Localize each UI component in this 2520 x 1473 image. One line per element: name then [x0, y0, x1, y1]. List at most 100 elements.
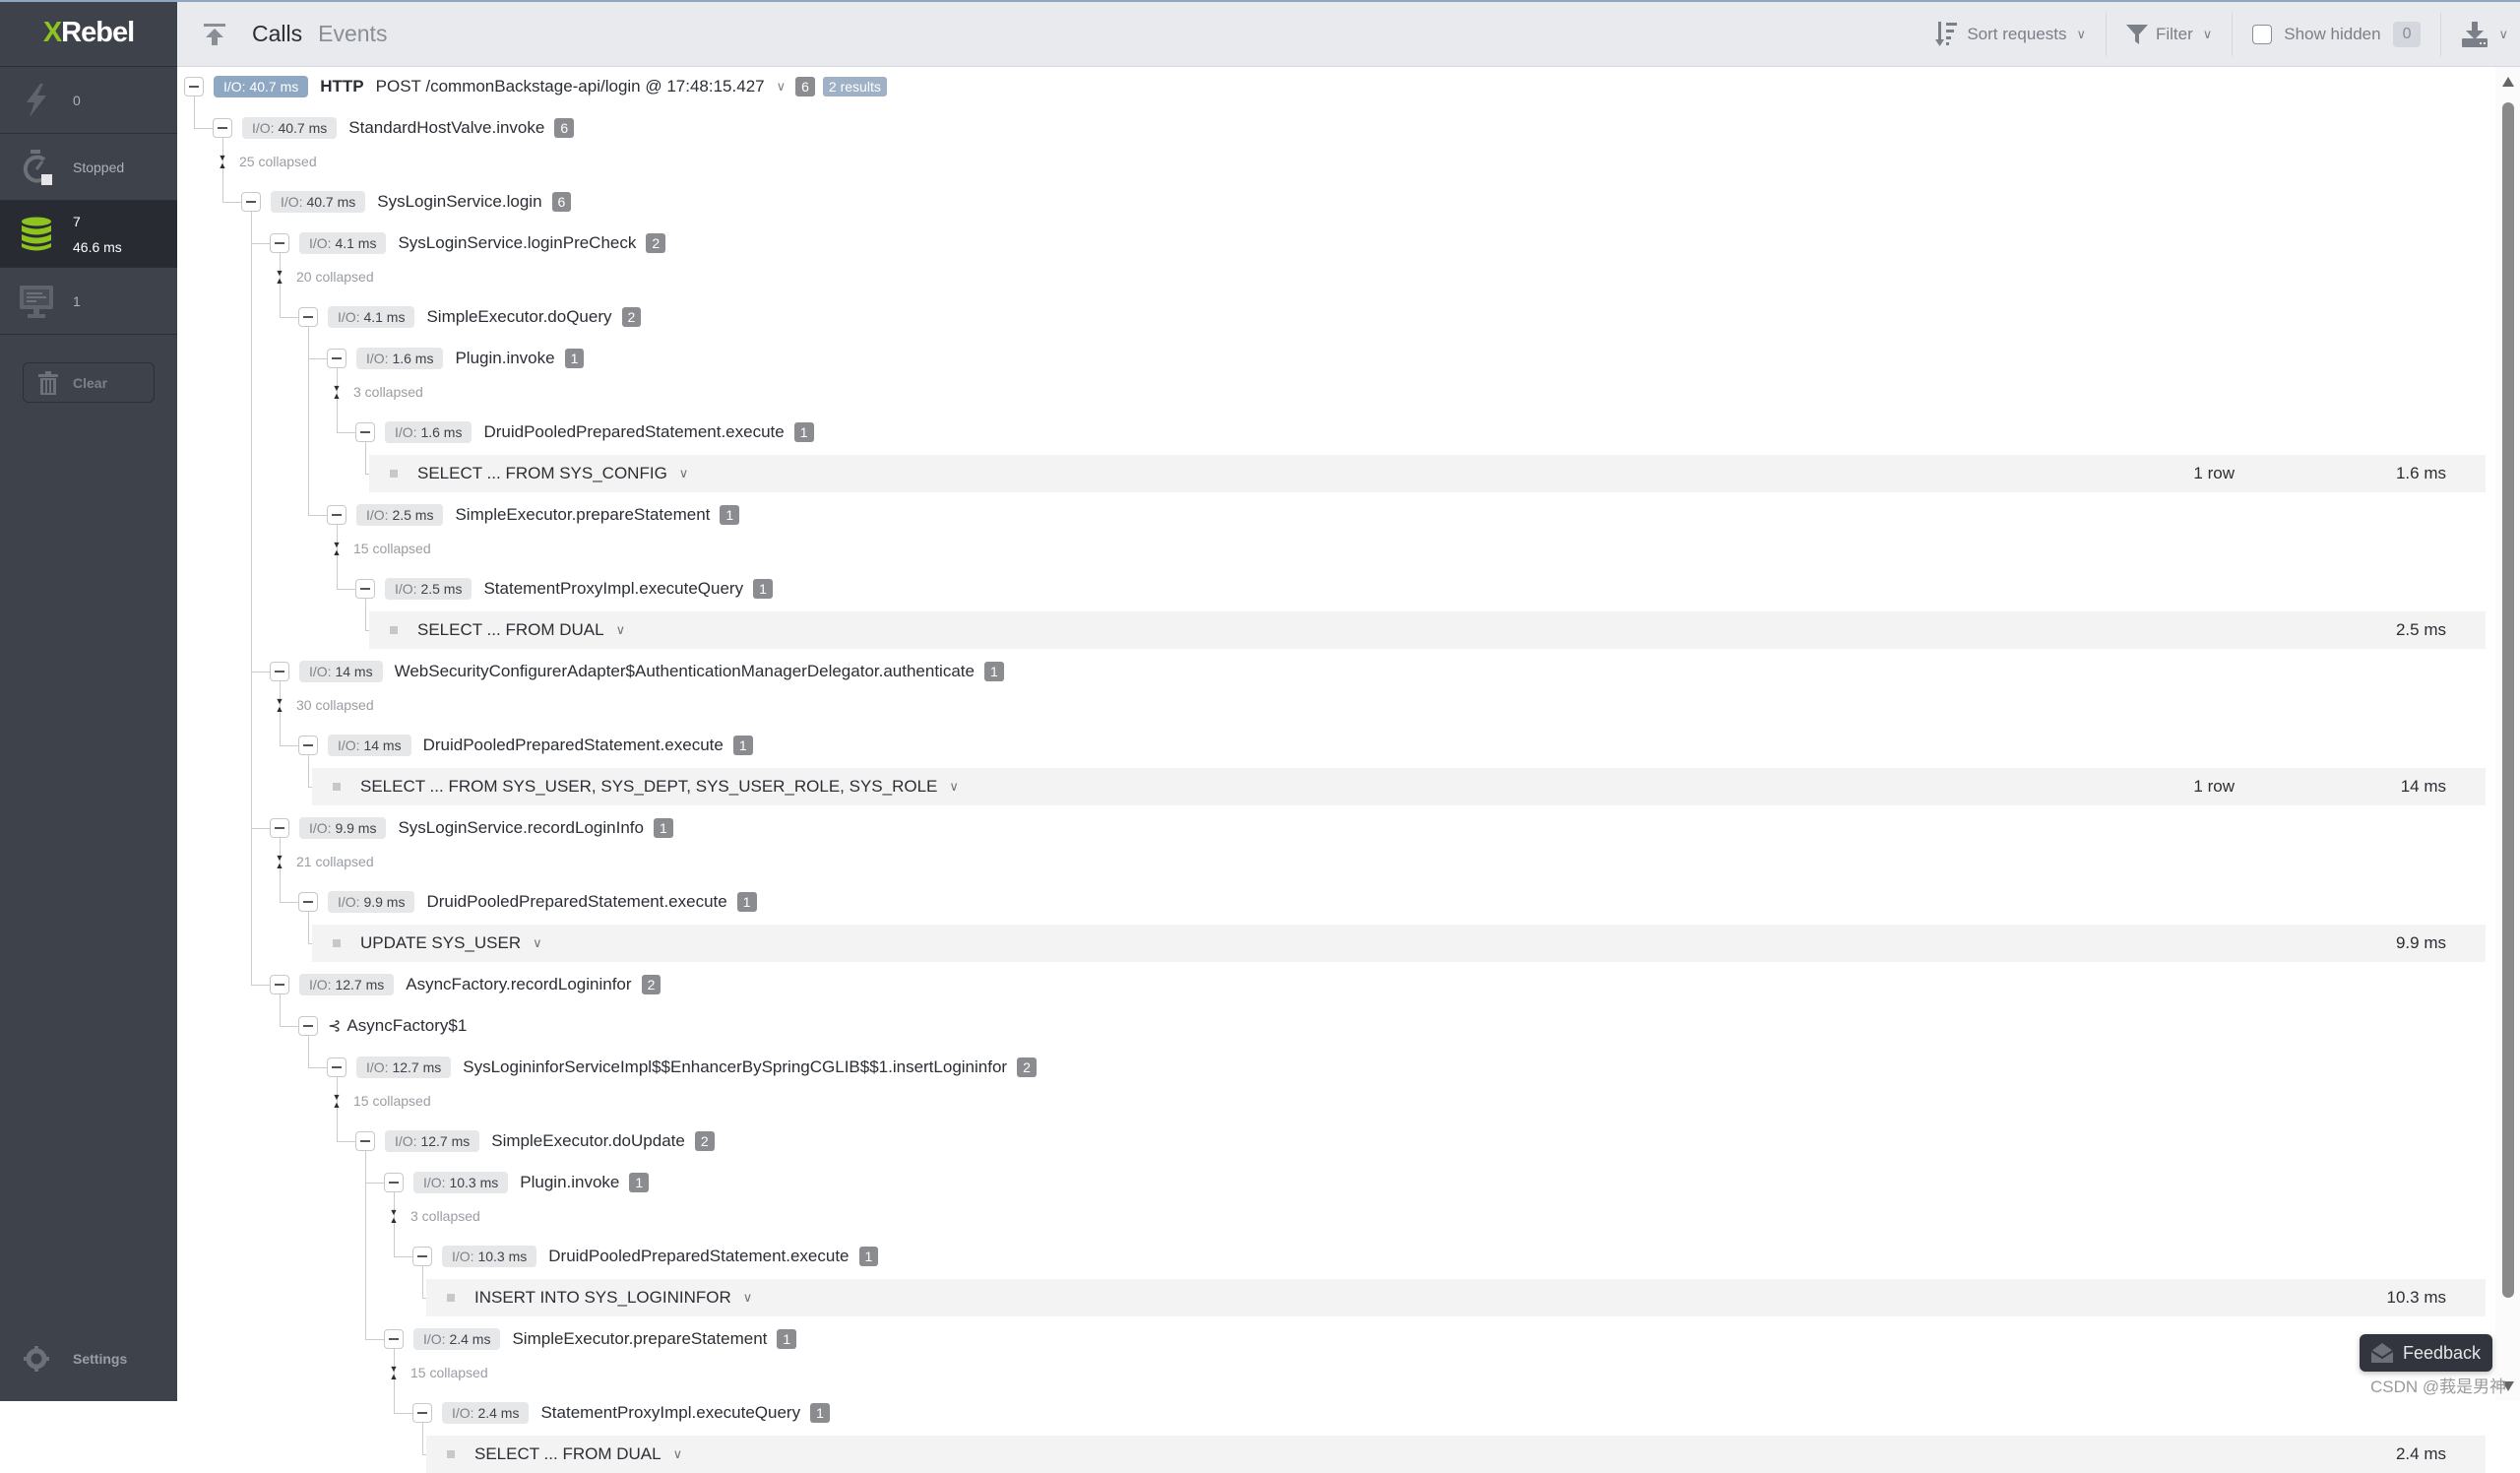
expand-collapsed-icon[interactable]: ▼ ▲	[273, 697, 286, 714]
call-row[interactable]: I/O: 10.3 ms DruidPooledPreparedStatement…	[412, 1242, 879, 1271]
collapsed-frames-row[interactable]: ▼ ▲ 15 collapsed	[330, 537, 431, 560]
collapse-toggle[interactable]	[298, 892, 318, 912]
chevron-down-icon[interactable]: ∨	[533, 935, 542, 951]
sidebar-item-exceptions[interactable]: 0	[0, 67, 177, 134]
scroll-up-arrow-icon[interactable]	[2502, 77, 2514, 87]
sidebar-item-io[interactable]: 1	[0, 268, 177, 335]
collapse-toggle[interactable]	[327, 505, 346, 525]
expand-collapsed-icon[interactable]: ▼ ▲	[273, 854, 286, 870]
expand-collapsed-icon[interactable]: ▼ ▲	[216, 154, 229, 170]
collapsed-frames-row[interactable]: ▼ ▲ 3 collapsed	[330, 380, 423, 404]
call-row[interactable]: I/O: 4.1 ms SysLoginService.loginPreCheck…	[270, 228, 666, 258]
chevron-down-icon[interactable]: ∨	[673, 1446, 683, 1462]
collapse-toggle[interactable]	[355, 1131, 375, 1151]
collapse-toggle[interactable]	[327, 349, 346, 368]
feedback-button[interactable]: Feedback	[2360, 1334, 2492, 1372]
call-row[interactable]: I/O: 40.7 ms StandardHostValve.invoke 6	[213, 113, 575, 143]
collapse-toggle[interactable]	[327, 1057, 346, 1077]
sql-query-row[interactable]: UPDATE SYS_USER ∨ 9.9 ms	[312, 925, 2486, 962]
call-row[interactable]: I/O: 4.1 ms SimpleExecutor.doQuery 2	[298, 302, 642, 332]
sql-query-row[interactable]: SELECT ... FROM DUAL ∨ 2.4 ms	[426, 1436, 2486, 1473]
collapse-toggle[interactable]	[213, 118, 232, 138]
collapse-toggle[interactable]	[241, 192, 261, 212]
clear-button[interactable]: Clear	[23, 362, 155, 403]
scrollbar-thumb[interactable]	[2502, 102, 2514, 1298]
tree-connector-line	[308, 1067, 327, 1068]
settings-button[interactable]: Settings	[0, 1341, 177, 1377]
sql-query-row[interactable]: SELECT ... FROM DUAL ∨ 2.5 ms	[369, 611, 2486, 649]
tree-connector-line	[365, 1183, 384, 1184]
scroll-to-top-button[interactable]	[177, 23, 252, 46]
call-count-badge: 2	[646, 233, 666, 253]
call-row[interactable]: I/O: 1.6 ms Plugin.invoke 1	[327, 344, 585, 373]
collapse-toggle[interactable]	[298, 1016, 318, 1036]
call-row[interactable]: I/O: 14 ms DruidPooledPreparedStatement.e…	[298, 731, 753, 760]
sql-query-row[interactable]: SELECT ... FROM SYS_USER, SYS_DEPT, SYS_…	[312, 768, 2486, 805]
chevron-down-icon[interactable]: ∨	[777, 79, 787, 95]
call-row[interactable]: I/O: 2.4 ms StatementProxyImpl.executeQue…	[412, 1398, 830, 1428]
expand-collapsed-icon[interactable]: ▼ ▲	[387, 1365, 401, 1381]
profiler-status: Stopped	[73, 159, 125, 175]
call-row[interactable]: I/O: 12.7 ms AsyncFactory.recordLogininfo…	[270, 970, 662, 999]
call-row[interactable]: I/O: 14 ms WebSecurityConfigurerAdapter$A…	[270, 657, 1004, 686]
collapse-toggle[interactable]	[270, 975, 289, 994]
collapse-toggle[interactable]	[298, 307, 318, 327]
vertical-scrollbar[interactable]	[2495, 67, 2520, 1401]
collapsed-frames-row[interactable]: ▼ ▲ 15 collapsed	[330, 1089, 431, 1113]
call-row[interactable]: I/O: 9.9 ms DruidPooledPreparedStatement.…	[298, 887, 757, 917]
call-row[interactable]: I/O: 40.7 ms SysLoginService.login 6	[241, 187, 572, 217]
results-badge[interactable]: 2 results	[822, 77, 887, 96]
filter-dropdown[interactable]: Filter ∨	[2107, 12, 2234, 56]
collapsed-frames-row[interactable]: ▼ ▲ 20 collapsed	[273, 265, 374, 288]
tab-calls[interactable]: Calls	[252, 21, 302, 47]
collapsed-frames-row[interactable]: ▼ ▲ 30 collapsed	[273, 693, 374, 717]
call-row[interactable]: I/O: 9.9 ms SysLoginService.recordLoginIn…	[270, 813, 673, 843]
async-row[interactable]: ⊰ AsyncFactory$1	[298, 1011, 467, 1041]
expand-collapsed-icon[interactable]: ▼ ▲	[387, 1208, 401, 1225]
tab-events[interactable]: Events	[318, 21, 387, 47]
call-row[interactable]: I/O: 10.3 ms Plugin.invoke 1	[384, 1168, 650, 1197]
collapsed-frames-row[interactable]: ▼ ▲ 21 collapsed	[273, 850, 374, 873]
chevron-down-icon[interactable]: ∨	[743, 1290, 753, 1306]
sidebar-item-database[interactable]: 7 46.6 ms	[0, 201, 177, 268]
call-row[interactable]: I/O: 1.6 ms DruidPooledPreparedStatement.…	[355, 417, 814, 447]
call-row[interactable]: I/O: 2.5 ms StatementProxyImpl.executeQue…	[355, 574, 773, 604]
collapse-toggle[interactable]	[412, 1403, 432, 1423]
call-count-badge: 1	[753, 579, 773, 599]
sort-requests-dropdown[interactable]: Sort requests ∨	[1916, 12, 2107, 56]
call-row[interactable]: I/O: 2.5 ms SimpleExecutor.prepareStateme…	[327, 500, 740, 530]
collapse-toggle[interactable]	[384, 1173, 404, 1192]
expand-collapsed-icon[interactable]: ▼ ▲	[330, 541, 344, 557]
sql-query-row[interactable]: INSERT INTO SYS_LOGININFOR ∨ 10.3 ms	[426, 1279, 2486, 1316]
collapsed-frames-row[interactable]: ▼ ▲ 25 collapsed	[216, 150, 317, 173]
collapse-toggle[interactable]	[270, 818, 289, 838]
show-hidden-label: Show hidden	[2284, 24, 2381, 43]
collapse-toggle[interactable]	[384, 1329, 404, 1349]
chevron-down-icon[interactable]: ∨	[949, 779, 959, 795]
collapse-toggle[interactable]	[355, 422, 375, 442]
collapse-toggle[interactable]	[355, 579, 375, 599]
chevron-down-icon[interactable]: ∨	[679, 466, 689, 481]
show-hidden-checkbox[interactable]	[2252, 24, 2273, 44]
sql-query-row[interactable]: SELECT ... FROM SYS_CONFIG ∨ 1 row 1.6 ms	[369, 455, 2486, 492]
collapsed-frames-row[interactable]: ▼ ▲ 15 collapsed	[387, 1361, 488, 1384]
http-request-row[interactable]: I/O: 40.7 ms HTTP POST /commonBackstage-…	[184, 72, 887, 101]
call-row[interactable]: I/O: 12.7 ms SysLogininforServiceImpl$$En…	[327, 1053, 1037, 1082]
collapse-toggle[interactable]	[298, 736, 318, 755]
collapse-toggle[interactable]	[184, 77, 204, 96]
show-hidden-toggle[interactable]: Show hidden 0	[2233, 12, 2442, 56]
expand-collapsed-icon[interactable]: ▼ ▲	[330, 384, 344, 401]
call-row[interactable]: I/O: 12.7 ms SimpleExecutor.doUpdate 2	[355, 1126, 715, 1156]
sidebar-item-profiler[interactable]: Stopped	[0, 134, 177, 201]
export-dropdown[interactable]: ∨	[2441, 13, 2520, 56]
collapse-toggle[interactable]	[270, 662, 289, 681]
tree-connector-line	[251, 243, 270, 244]
call-row[interactable]: I/O: 2.4 ms SimpleExecutor.prepareStateme…	[384, 1324, 797, 1354]
expand-collapsed-icon[interactable]: ▼ ▲	[273, 269, 286, 286]
expand-collapsed-icon[interactable]: ▼ ▲	[330, 1093, 344, 1110]
call-count-badge: 1	[736, 892, 757, 912]
chevron-down-icon[interactable]: ∨	[616, 622, 626, 638]
collapse-toggle[interactable]	[412, 1247, 432, 1266]
collapsed-frames-row[interactable]: ▼ ▲ 3 collapsed	[387, 1204, 480, 1228]
collapse-toggle[interactable]	[270, 233, 289, 253]
